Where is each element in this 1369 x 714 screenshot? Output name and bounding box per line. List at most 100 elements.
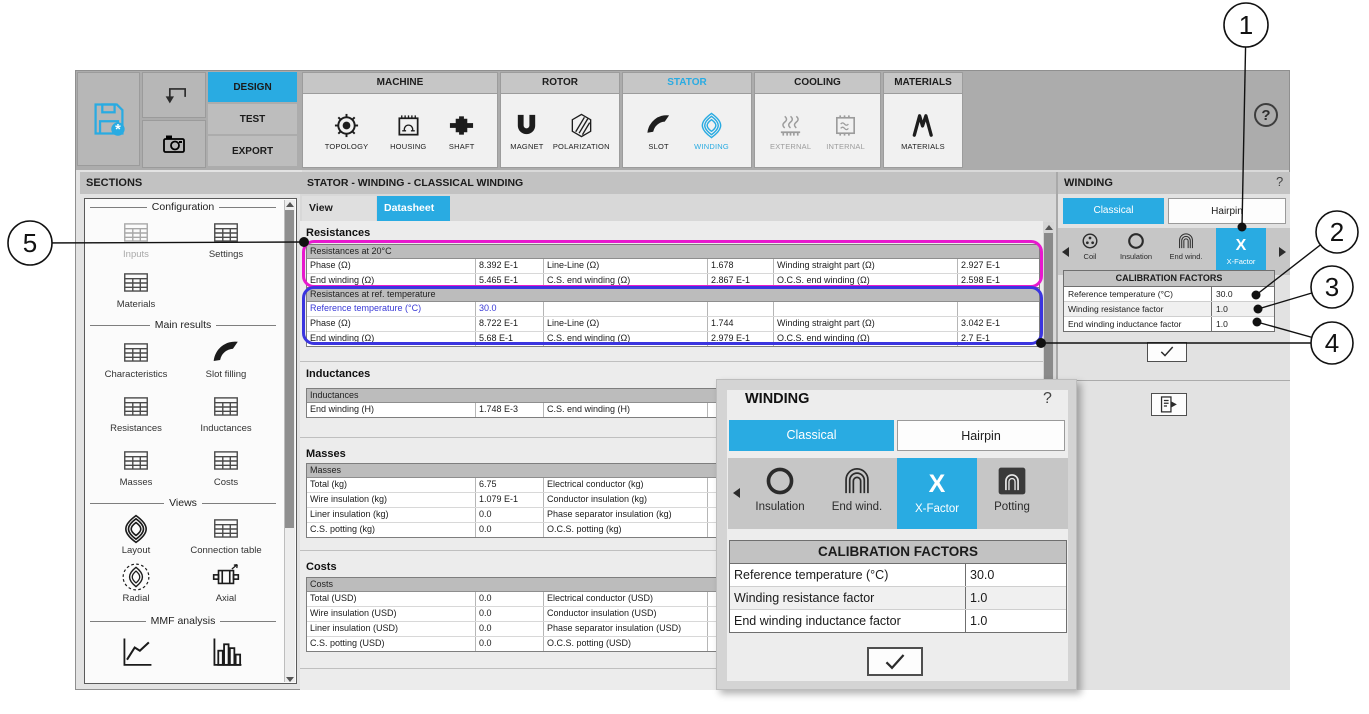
cell: Conductor insulation (kg) [544, 493, 708, 507]
popup-title: WINDING [745, 391, 809, 407]
sidebar-item-layout[interactable]: Layout [94, 514, 178, 556]
toolbar-item-slot[interactable]: SLOT [645, 112, 672, 151]
factor-label: Reference temperature (°C) [1064, 287, 1211, 301]
factor-value-field[interactable]: 1.0 [965, 610, 1066, 632]
x-factor-icon: X [929, 472, 946, 497]
toolbar-group-label: STATOR [623, 73, 751, 94]
calibration-factors-table: CALIBRATION FACTORSReference temperature… [729, 540, 1067, 633]
magnet-icon [513, 112, 540, 139]
factor-value-field[interactable]: 30.0 [1211, 287, 1274, 301]
toolbar-item-topology[interactable]: TOPOLOGY [325, 112, 369, 151]
factor-label: End winding inductance factor [730, 610, 965, 632]
toolbar-item-shaft[interactable]: SHAFT [448, 112, 475, 151]
section-divider [300, 361, 1043, 362]
cell: Wire insulation (kg) [307, 493, 476, 507]
insulation-icon [1126, 231, 1146, 251]
calibration-row: Reference temperature (°C)30.0 [730, 564, 1066, 586]
winding-subnav: InsulationEnd wind.XX-FactorPotting [728, 458, 1068, 529]
scroll-right-icon[interactable] [1279, 247, 1286, 257]
toolbar-item-internal[interactable]: INTERNAL [826, 112, 865, 151]
tab-classical[interactable]: Classical [729, 420, 894, 451]
toolbar-item-external[interactable]: EXTERNAL [770, 112, 811, 151]
sidebar-item-axial[interactable]: Axial [184, 562, 268, 604]
topology-icon [333, 112, 360, 139]
apply-button[interactable] [867, 647, 923, 676]
tab-hairpin[interactable]: Hairpin [897, 420, 1065, 451]
screenshot-button[interactable] [142, 120, 206, 168]
subnav-item-x-factor[interactable]: XX-Factor [1216, 228, 1266, 275]
slot-icon [645, 112, 672, 139]
test-mode-button[interactable]: TEST [208, 104, 297, 134]
toolbar-item-winding[interactable]: WINDING [694, 112, 729, 151]
sidebar-scrollbar-thumb[interactable] [285, 210, 294, 528]
factor-value-field[interactable]: 30.0 [965, 564, 1066, 586]
subnav-item-insulation[interactable]: Insulation [738, 464, 822, 513]
calibration-row: Reference temperature (°C)30.0 [1064, 287, 1274, 301]
section-heading-masses: Masses [306, 448, 346, 460]
tab-hairpin[interactable]: Hairpin [1168, 198, 1286, 224]
winding-popup: WINDING ? Classical Hairpin InsulationEn… [716, 379, 1077, 690]
sidebar-item-inputs[interactable]: Inputs [94, 218, 178, 260]
cell: Electrical conductor (USD) [544, 592, 708, 606]
apply-button[interactable] [1147, 342, 1187, 362]
toolbar-group-machine: MACHINE TOPOLOGY HOUSING SHAFT [302, 72, 498, 168]
subnav-item-potting[interactable]: Potting [970, 464, 1054, 513]
calibration-header: CALIBRATION FACTORS [730, 541, 1066, 564]
factor-value-field[interactable]: 1.0 [1211, 302, 1274, 316]
calibration-row: Winding resistance factor1.0 [1064, 301, 1274, 316]
svg-text:4: 4 [1325, 328, 1339, 358]
line-chart-icon [118, 634, 154, 668]
sidebar-item-settings[interactable]: Settings [184, 218, 268, 260]
materials-icon [909, 112, 936, 139]
cell: Conductor insulation (USD) [544, 607, 708, 621]
winding-icon [698, 112, 725, 139]
export-mode-button[interactable]: EXPORT [208, 136, 297, 166]
sidebar-item-radial[interactable]: Radial [94, 562, 178, 604]
section-heading-costs: Costs [306, 561, 337, 573]
tab-datasheet[interactable]: Datasheet [377, 196, 450, 221]
sidebar-item-resistances[interactable]: Resistances [94, 392, 178, 434]
factor-value-field[interactable]: 1.0 [1211, 317, 1274, 331]
callout-4: 4 [1311, 322, 1353, 364]
sidebar-item-materials[interactable]: Materials [94, 268, 178, 310]
sidebar-item-costs[interactable]: Costs [184, 446, 268, 488]
toolbar-group-label: MACHINE [303, 73, 497, 94]
sidebar-item-inductances[interactable]: Inductances [184, 392, 268, 434]
design-mode-button[interactable]: DESIGN [208, 72, 297, 102]
calibration-row: End winding inductance factor1.0 [730, 609, 1066, 632]
toolbar-item-housing[interactable]: HOUSING [390, 112, 426, 151]
cell: O.C.S. potting (USD) [544, 637, 708, 651]
scroll-up-icon[interactable] [1045, 225, 1053, 230]
cell: 0.0 [476, 622, 544, 636]
toolbar-item-materials[interactable]: MATERIALS [901, 112, 945, 151]
scroll-up-icon[interactable] [286, 202, 294, 207]
export-results-button[interactable] [1151, 393, 1187, 416]
undo-button[interactable] [142, 72, 206, 118]
tab-view[interactable]: View [302, 196, 376, 221]
sections-header: SECTIONS [80, 172, 300, 194]
sidebar-item-slot-filling[interactable]: Slot filling [184, 338, 268, 380]
sidebar-item-masses[interactable]: Masses [94, 446, 178, 488]
factor-value-field[interactable]: 1.0 [965, 587, 1066, 609]
sidebar-item-line-chart[interactable] [94, 634, 178, 668]
polarization-icon [568, 112, 595, 139]
scroll-down-icon[interactable] [286, 677, 294, 682]
tab-classical[interactable]: Classical [1063, 198, 1164, 224]
toolbar-item-polarization[interactable]: POLARIZATION [553, 112, 610, 151]
help-button[interactable]: ? [1254, 103, 1278, 127]
toolbar-item-magnet[interactable]: MAGNET [510, 112, 543, 151]
subnav-item-x-factor[interactable]: XX-Factor [897, 458, 977, 529]
factor-label: Winding resistance factor [730, 587, 965, 609]
axial-icon [211, 562, 241, 589]
save-button[interactable]: * [77, 72, 140, 166]
check-icon [1159, 345, 1175, 359]
sidebar-item-connection-table[interactable]: Connection table [184, 514, 268, 556]
sidebar-item-bar-chart[interactable] [184, 634, 268, 668]
subnav-item-end-wind[interactable]: End wind. [815, 464, 899, 513]
sidebar-item-characteristics[interactable]: Characteristics [94, 338, 178, 380]
callout-3: 3 [1311, 266, 1353, 308]
help-icon[interactable]: ? [1276, 174, 1283, 189]
toolbar-group-rotor: ROTORMAGNETPOLARIZATION [500, 72, 620, 168]
cell: Phase separator insulation (USD) [544, 622, 708, 636]
help-icon[interactable]: ? [1043, 390, 1052, 408]
